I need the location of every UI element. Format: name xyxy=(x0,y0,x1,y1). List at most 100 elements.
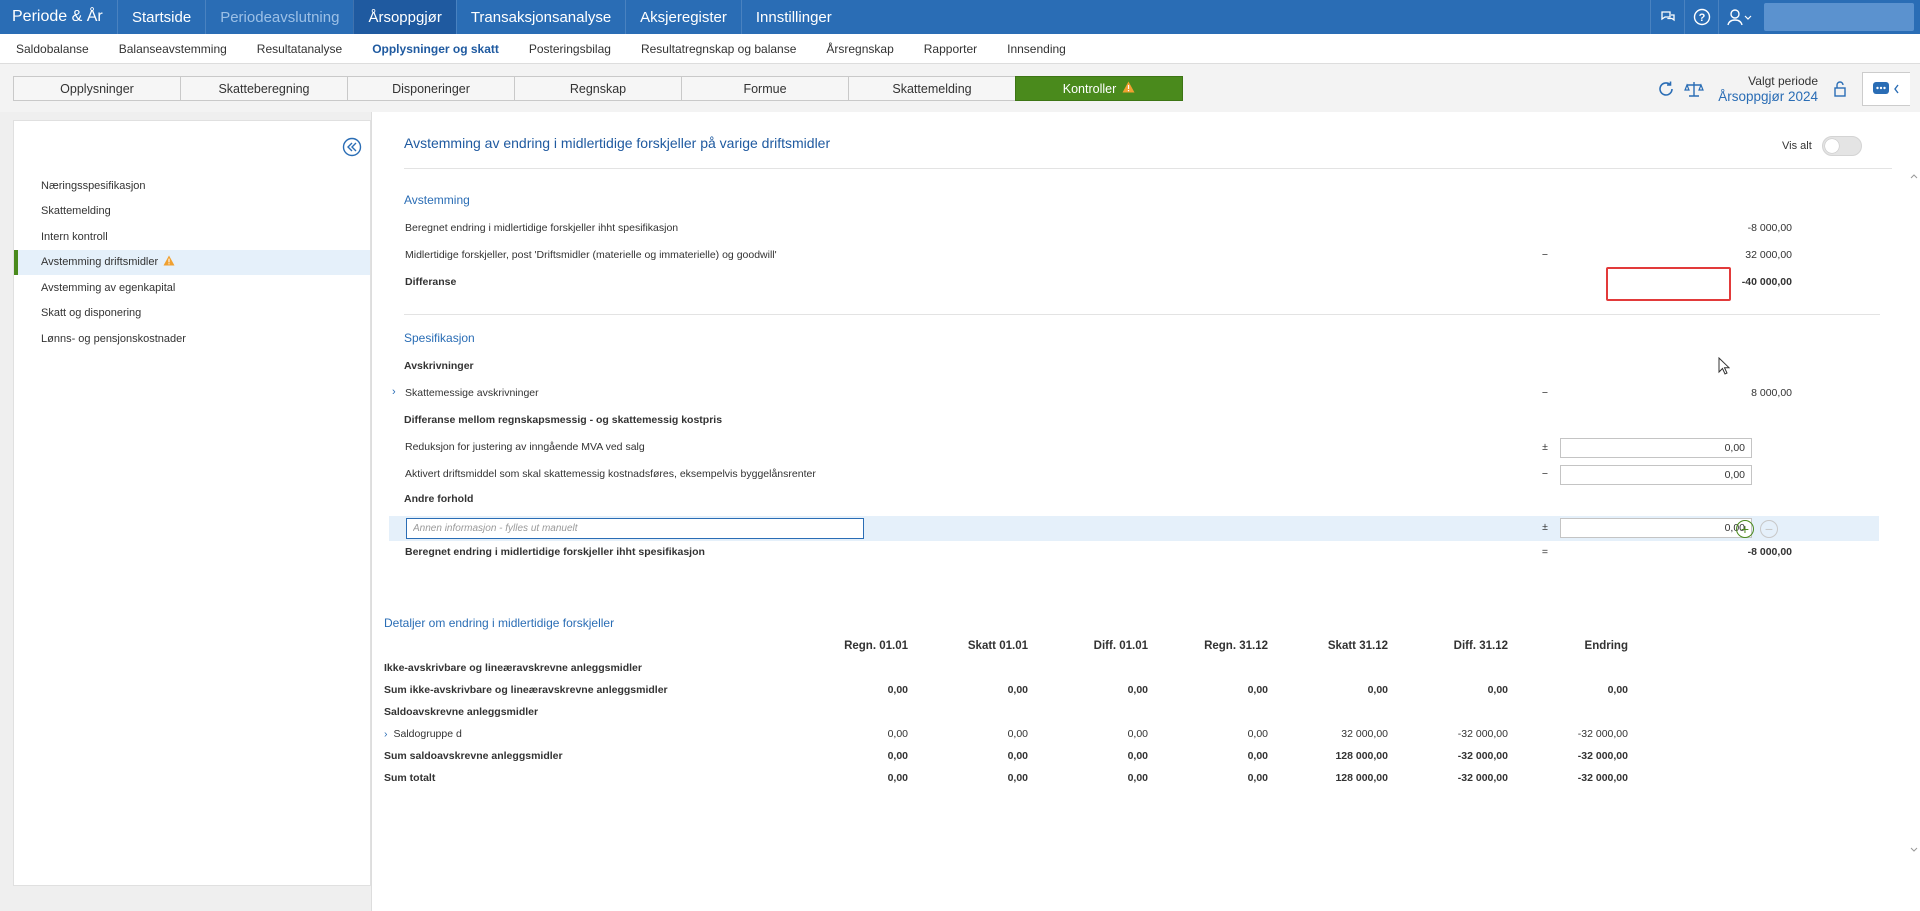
sidebar-item-skattemelding[interactable]: Skattemelding xyxy=(14,199,370,225)
cell: 0,00 xyxy=(887,750,908,762)
vis-alt-toggle-group: Vis alt xyxy=(1782,136,1862,156)
top-right-tools: ? xyxy=(1650,0,1920,34)
sub-nav-resultatregnskap[interactable]: Resultatregnskap og balanse xyxy=(629,42,808,56)
table-row: Sum saldoavskrevne anleggsmidler 0,00 0,… xyxy=(384,746,1814,768)
annen-info-value-input[interactable] xyxy=(1560,518,1752,538)
sidebar-item-skatt-og-disponering[interactable]: Skatt og disponering xyxy=(14,301,370,327)
divider xyxy=(404,314,1880,315)
main-panel: Avstemming av endring i midlertidige for… xyxy=(371,112,1920,911)
reduksjon-input[interactable] xyxy=(1560,438,1752,458)
cell: 128 000,00 xyxy=(1335,750,1388,762)
row-operator: ± xyxy=(1542,441,1548,453)
top-nav-arsoppgjor[interactable]: Årsoppgjør xyxy=(353,0,456,34)
chevron-right-icon[interactable]: › xyxy=(392,386,396,398)
sub-nav: Saldobalanse Balanseavstemming Resultata… xyxy=(0,34,1920,64)
top-nav-startside[interactable]: Startside xyxy=(117,0,205,34)
row-operator: = xyxy=(1541,546,1549,558)
row-aktivert: Aktivert driftsmiddel som skal skattemes… xyxy=(402,465,1832,485)
top-nav-aksjeregister[interactable]: Aksjeregister xyxy=(625,0,741,34)
sub-nav-balanseavstemming[interactable]: Balanseavstemming xyxy=(107,42,239,56)
sub-nav-innsending[interactable]: Innsending xyxy=(995,42,1078,56)
user-account-box[interactable] xyxy=(1764,3,1914,31)
balance-scale-icon[interactable] xyxy=(1680,75,1708,103)
divider xyxy=(404,168,1892,169)
cell: 0,00 xyxy=(1127,684,1148,696)
row-label: Aktivert driftsmiddel som skal skattemes… xyxy=(405,468,816,480)
cell: 0,00 xyxy=(887,684,908,696)
tab-label: Kontroller xyxy=(1062,81,1117,96)
vis-alt-label: Vis alt xyxy=(1782,140,1812,152)
cell: 0,00 xyxy=(1247,728,1268,740)
tab-label: Skatteberegning xyxy=(218,81,310,96)
tab-kontroller[interactable]: Kontroller xyxy=(1015,76,1183,101)
table-row: Ikke-avskrivbare og lineæravskrevne anle… xyxy=(384,658,1814,680)
sub-nav-resultatanalyse[interactable]: Resultatanalyse xyxy=(245,42,354,56)
tab-regnskap[interactable]: Regnskap xyxy=(514,76,682,101)
vis-alt-toggle[interactable] xyxy=(1821,136,1862,156)
sidebar-item-naeringsspesifikasjon[interactable]: Næringsspesifikasjon xyxy=(14,173,370,199)
cell: 0,00 xyxy=(887,728,908,740)
column-header: Endring xyxy=(1584,640,1628,652)
tab-label: Regnskap xyxy=(569,81,627,96)
lock-icon[interactable] xyxy=(1826,75,1854,103)
cell: 0,00 xyxy=(1607,684,1628,696)
chat-bubbles-icon[interactable] xyxy=(1650,0,1684,34)
aktivert-input[interactable] xyxy=(1560,465,1752,485)
cell: 0,00 xyxy=(1127,728,1148,740)
sub-nav-opplysninger-og-skatt[interactable]: Opplysninger og skatt xyxy=(360,42,511,56)
sidebar-list: Næringsspesifikasjon Skattemelding Inter… xyxy=(14,173,370,352)
tab-formue[interactable]: Formue xyxy=(681,76,849,101)
details-table: Regn. 01.01 Skatt 01.01 Diff. 01.01 Regn… xyxy=(384,636,1814,790)
vertical-scrollbar[interactable] xyxy=(1910,128,1918,888)
sub-nav-posteringsbilag[interactable]: Posteringsbilag xyxy=(517,42,623,56)
tab-opplysninger[interactable]: Opplysninger xyxy=(13,76,181,101)
chevron-right-icon[interactable]: › xyxy=(384,728,388,740)
period-tools: Valgt periode Årsoppgjør 2024 xyxy=(1652,72,1910,106)
table-row-expandable[interactable]: › Saldogruppe d 0,00 0,00 0,00 0,00 32 00… xyxy=(384,724,1814,746)
row-label: Skattemessige avskrivninger xyxy=(405,387,539,399)
cell: 0,00 xyxy=(1007,684,1028,696)
sidebar-item-lonns-og-pensjonskostnader[interactable]: Lønns- og pensjonskostnader xyxy=(14,326,370,352)
chat-panel-toggle[interactable] xyxy=(1862,72,1910,106)
top-nav-periodeavslutning[interactable]: Periodeavslutning xyxy=(205,0,353,34)
details-title: Detaljer om endring i midlertidige forsk… xyxy=(384,616,615,630)
avstemming-row: Midlertidige forskjeller, post 'Driftsmi… xyxy=(402,246,1832,266)
add-row-icon[interactable]: + xyxy=(1736,520,1754,538)
cell: 0,00 xyxy=(1007,728,1028,740)
sub-nav-saldobalanse[interactable]: Saldobalanse xyxy=(4,42,101,56)
row-label: Midlertidige forskjeller, post 'Driftsmi… xyxy=(405,249,777,261)
warning-icon xyxy=(163,255,175,269)
tab-skattemelding[interactable]: Skattemelding xyxy=(848,76,1016,101)
row-beregnet-total: Beregnet endring i midlertidige forskjel… xyxy=(402,543,1832,563)
section-spesifikasjon: Spesifikasjon xyxy=(404,331,475,345)
collapse-sidebar-icon[interactable] xyxy=(342,137,362,157)
sidebar-item-intern-kontroll[interactable]: Intern kontroll xyxy=(14,224,370,250)
sub-nav-rapporter[interactable]: Rapporter xyxy=(912,42,989,56)
sub-nav-arsregnskap[interactable]: Årsregnskap xyxy=(814,42,905,56)
top-nav-innstillinger[interactable]: Innstillinger xyxy=(740,0,846,34)
refresh-icon[interactable] xyxy=(1652,75,1680,103)
cell: 0,00 xyxy=(1247,684,1268,696)
subheading-differanse: Differanse mellom regnskapsmessig - og s… xyxy=(404,414,723,426)
sidebar-item-avstemming-egenkapital[interactable]: Avstemming av egenkapital xyxy=(14,275,370,301)
help-icon[interactable]: ? xyxy=(1684,0,1718,34)
row-reduksjon: Reduksjon for justering av inngående MVA… xyxy=(402,438,1832,458)
selected-period-value[interactable]: Årsoppgjør 2024 xyxy=(1718,89,1818,104)
tab-disponeringer[interactable]: Disponeringer xyxy=(347,76,515,101)
top-nav-transaksjonsanalyse[interactable]: Transaksjonsanalyse xyxy=(455,0,625,34)
remove-row-icon[interactable]: − xyxy=(1760,520,1778,538)
sidebar-item-avstemming-driftsmidler[interactable]: Avstemming driftsmidler xyxy=(14,249,370,275)
user-menu-icon[interactable] xyxy=(1718,0,1758,34)
tab-skatteberegning[interactable]: Skatteberegning xyxy=(180,76,348,101)
cell: 0,00 xyxy=(1247,750,1268,762)
cell: -32 000,00 xyxy=(1457,728,1508,740)
cell: 0,00 xyxy=(1127,772,1148,784)
mouse-pointer-icon xyxy=(1718,356,1731,380)
table-row: Sum totalt 0,00 0,00 0,00 0,00 128 000,0… xyxy=(384,768,1814,790)
cell: -32 000,00 xyxy=(1577,728,1628,740)
cell: -32 000,00 xyxy=(1577,772,1628,784)
cell: -32 000,00 xyxy=(1457,772,1508,784)
selected-period-label: Valgt periode xyxy=(1748,74,1818,88)
row-label: Sum ikke-avskrivbare og lineæravskrevne … xyxy=(384,684,668,696)
cell: 0,00 xyxy=(887,772,908,784)
